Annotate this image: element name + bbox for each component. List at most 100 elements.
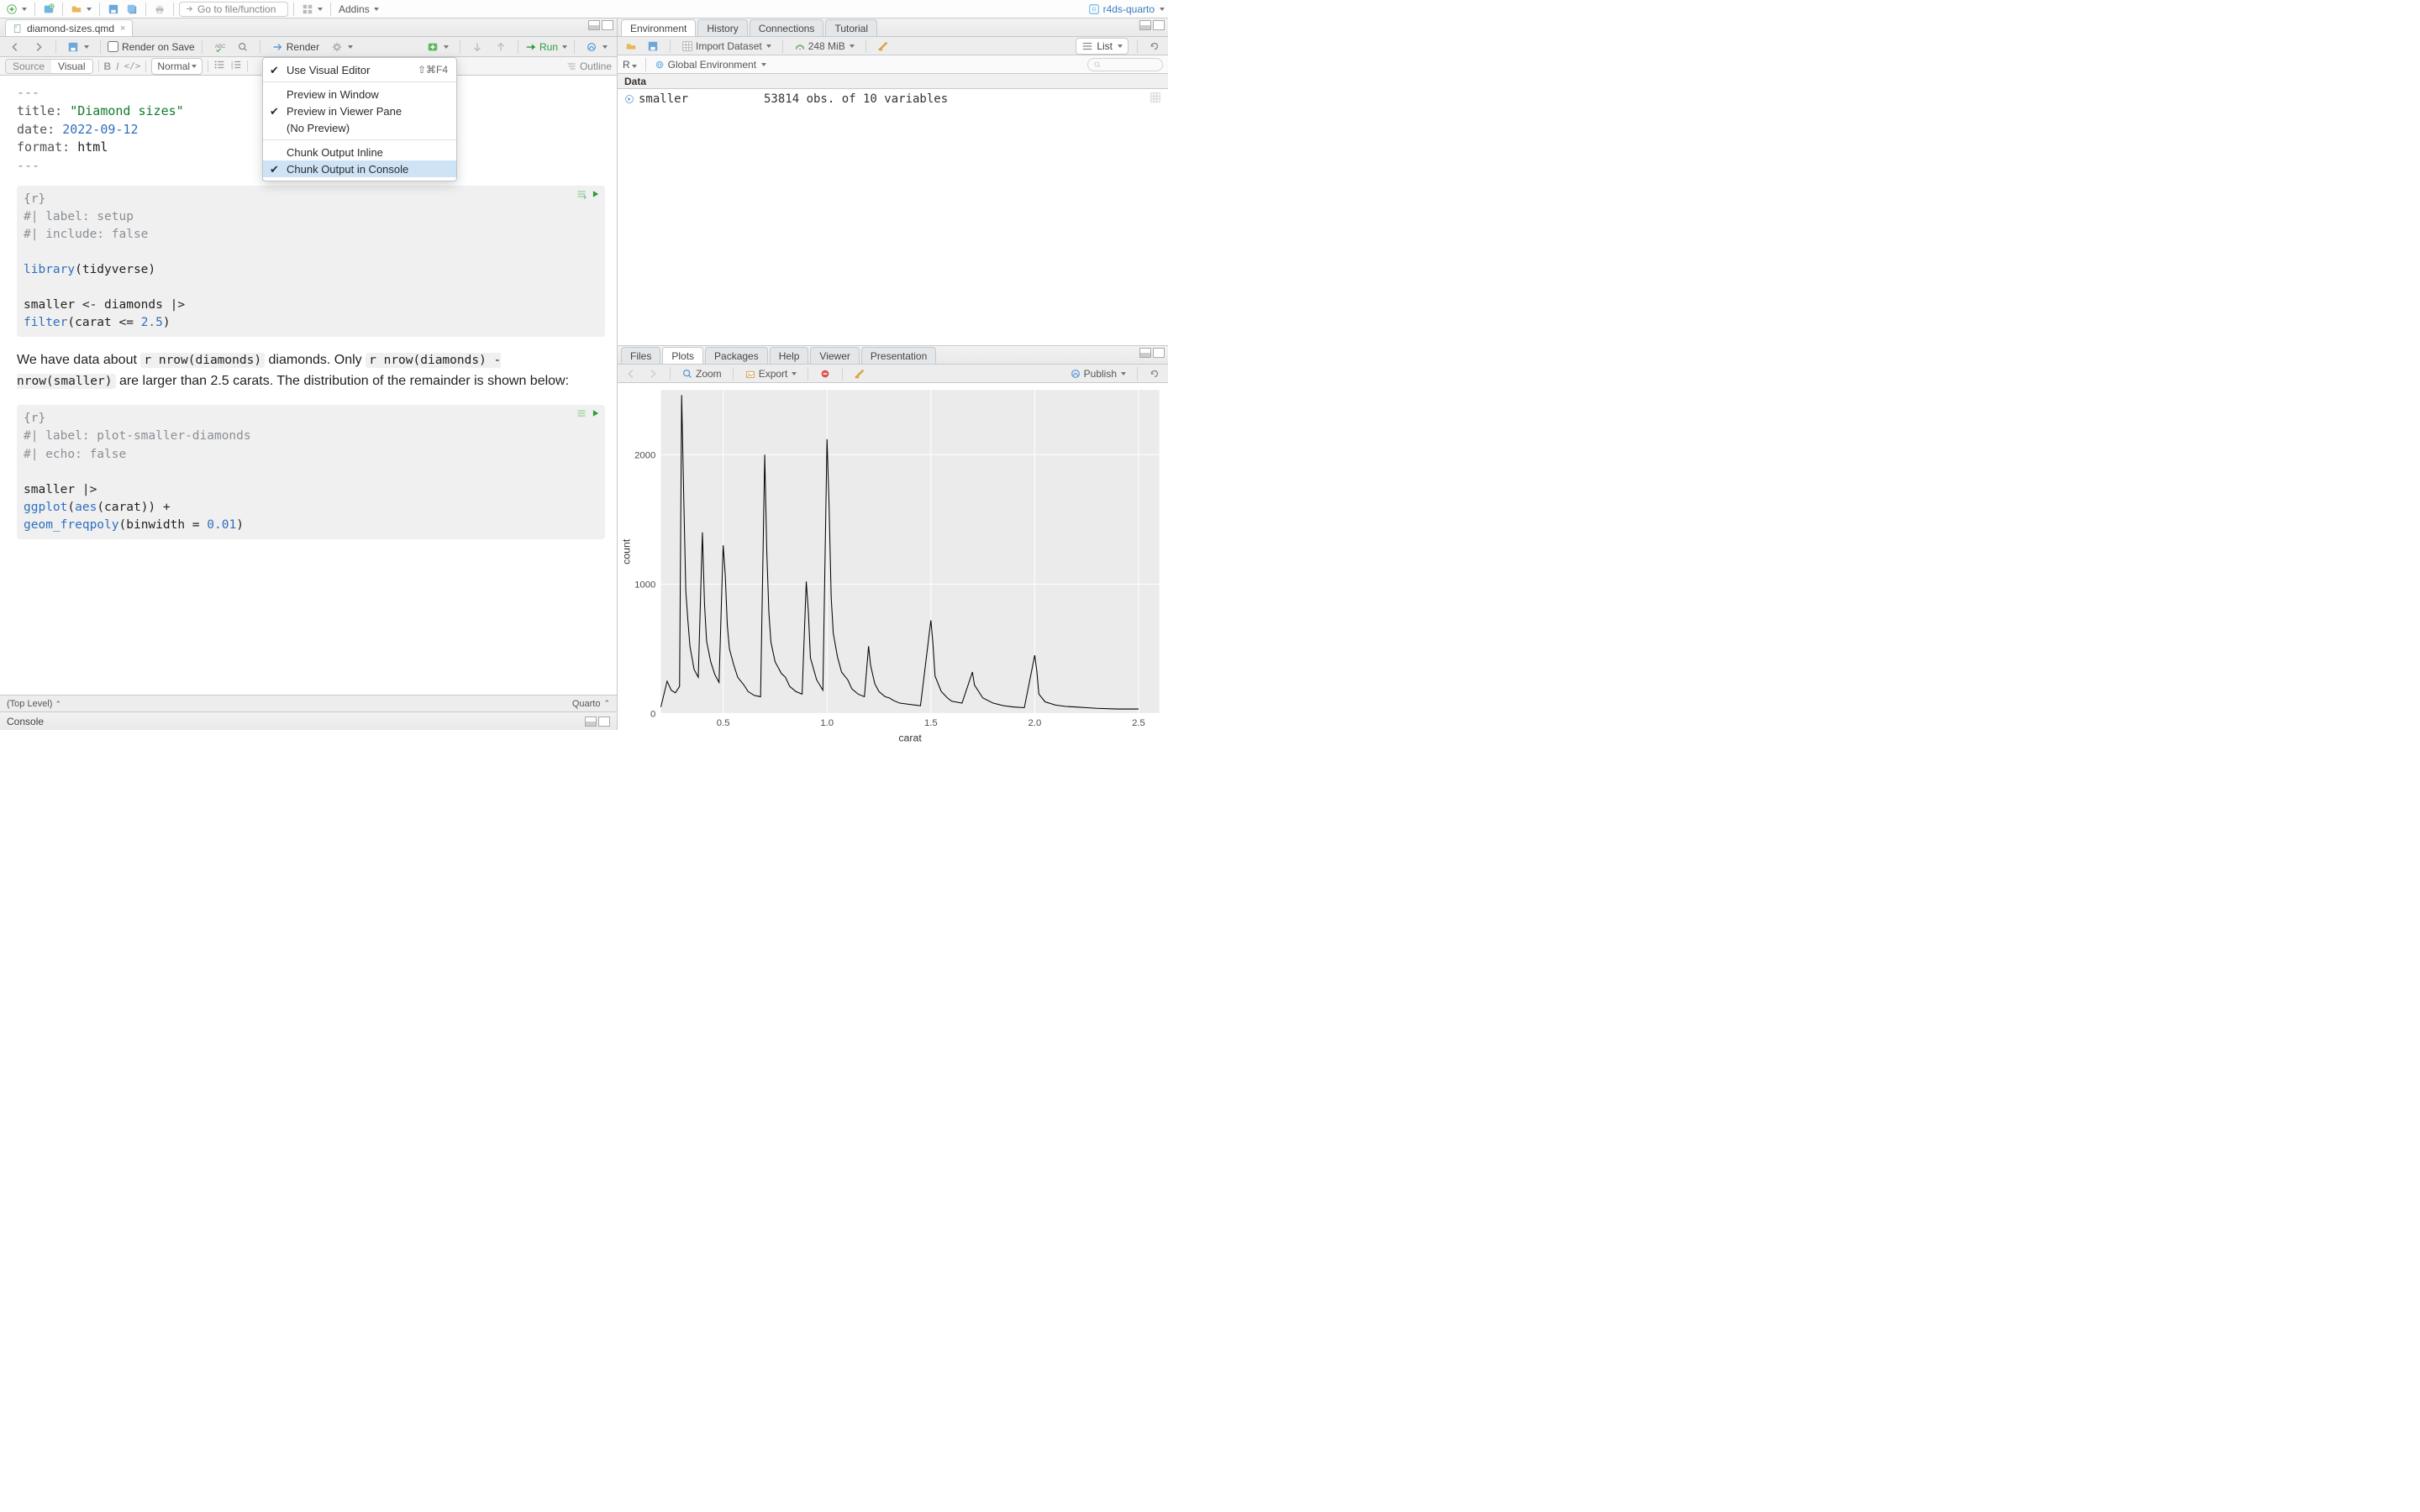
zoom-button[interactable]: Zoom xyxy=(679,366,724,381)
memory-indicator[interactable]: 248 MiB xyxy=(792,39,857,54)
clear-workspace-icon[interactable] xyxy=(875,39,892,54)
tab-history[interactable]: History xyxy=(697,19,747,36)
minimize-pane-icon[interactable] xyxy=(1139,348,1151,358)
maximize-pane-icon[interactable] xyxy=(598,717,610,727)
tab-presentation[interactable]: Presentation xyxy=(861,347,936,364)
save-doc-icon[interactable] xyxy=(63,39,93,55)
plot-prev-icon[interactable] xyxy=(623,366,639,381)
code-chunk-plot[interactable]: {r} #| label: plot-smaller-diamonds #| e… xyxy=(17,405,605,538)
main-split: diamond-sizes.qmd × Render on Save ABC xyxy=(0,18,1168,730)
menu-chunk-inline[interactable]: Chunk Output Inline xyxy=(263,144,456,160)
tab-environment[interactable]: Environment xyxy=(621,19,696,36)
remove-plot-icon[interactable] xyxy=(817,366,834,381)
publish-plot-button[interactable]: Publish xyxy=(1067,366,1128,381)
plots-tabstrip: Files Plots Packages Help Viewer Present… xyxy=(618,346,1168,365)
env-variable-row[interactable]: smaller 53814 obs. of 10 variables xyxy=(618,89,1168,109)
maximize-pane-icon[interactable] xyxy=(1153,20,1165,30)
svg-text:0: 0 xyxy=(650,710,655,720)
refresh-icon[interactable] xyxy=(1146,39,1163,54)
tab-packages[interactable]: Packages xyxy=(705,347,768,364)
run-chunk-icon[interactable] xyxy=(592,190,600,198)
chunk-options-icon[interactable] xyxy=(576,408,587,418)
run-button[interactable]: Run xyxy=(525,41,567,53)
chunk-options-icon[interactable] xyxy=(576,189,587,199)
save-icon[interactable] xyxy=(105,2,122,17)
format-indicator[interactable]: Quarto ⌃ xyxy=(572,699,610,709)
right-column: Environment History Connections Tutorial… xyxy=(618,18,1168,730)
svg-text:R: R xyxy=(1092,7,1096,13)
new-project-icon[interactable] xyxy=(40,2,57,17)
numbered-list-icon[interactable]: 123 xyxy=(230,59,242,73)
svg-text:0.5: 0.5 xyxy=(717,718,730,728)
minimize-pane-icon[interactable] xyxy=(588,20,600,30)
save-workspace-icon[interactable] xyxy=(644,39,661,54)
render-on-save-checkbox[interactable]: Render on Save xyxy=(108,41,195,53)
maximize-pane-icon[interactable] xyxy=(602,20,613,30)
check-icon: ✔ xyxy=(270,105,279,118)
code-icon[interactable]: </> xyxy=(124,60,141,71)
export-button[interactable]: Export xyxy=(742,366,800,381)
render-button[interactable]: Render xyxy=(267,39,324,55)
tab-tutorial[interactable]: Tutorial xyxy=(825,19,877,36)
spellcheck-icon[interactable]: ABC xyxy=(209,39,229,55)
print-icon[interactable] xyxy=(151,2,168,17)
bold-icon[interactable]: B xyxy=(104,60,112,72)
run-prev-icon[interactable] xyxy=(467,39,487,55)
minimize-pane-icon[interactable] xyxy=(585,717,597,727)
scope-select[interactable]: Global Environment xyxy=(655,59,766,71)
svg-text:1.0: 1.0 xyxy=(820,718,834,728)
maximize-pane-icon[interactable] xyxy=(1153,348,1165,358)
file-tab[interactable]: diamond-sizes.qmd × xyxy=(5,19,133,36)
tab-help[interactable]: Help xyxy=(770,347,809,364)
env-search-input[interactable] xyxy=(1087,58,1163,71)
tab-files[interactable]: Files xyxy=(621,347,660,364)
view-mode-select[interactable]: List xyxy=(1076,38,1128,55)
menu-use-visual-editor[interactable]: ✔ Use Visual Editor⇧⌘F4 xyxy=(263,61,456,78)
minimize-pane-icon[interactable] xyxy=(1139,20,1151,30)
env-scope-bar: R Global Environment xyxy=(618,55,1168,74)
goto-file-input[interactable]: Go to file/function xyxy=(179,2,288,17)
project-menu[interactable]: R r4ds-quarto xyxy=(1088,3,1165,15)
render-options-gear[interactable] xyxy=(327,39,357,55)
view-data-icon[interactable] xyxy=(1150,92,1161,107)
find-icon[interactable] xyxy=(233,39,253,55)
run-above-icon[interactable] xyxy=(491,39,511,55)
refresh-plot-icon[interactable] xyxy=(1146,366,1163,381)
code-chunk-setup[interactable]: {r} #| label: setup #| include: false li… xyxy=(17,186,605,337)
italic-icon[interactable]: I xyxy=(116,60,118,72)
insert-chunk-icon[interactable] xyxy=(423,39,453,55)
load-workspace-icon[interactable] xyxy=(623,39,639,54)
import-dataset-button[interactable]: Import Dataset xyxy=(679,39,774,54)
new-file-icon[interactable] xyxy=(3,2,29,17)
source-pane: diamond-sizes.qmd × Render on Save ABC xyxy=(0,18,618,730)
open-file-icon[interactable] xyxy=(68,2,94,17)
outline-toggle[interactable]: Outline xyxy=(566,60,612,72)
menu-chunk-console[interactable]: ✔ Chunk Output in Console xyxy=(263,160,456,177)
save-all-icon[interactable] xyxy=(124,2,140,17)
console-tab[interactable]: Console xyxy=(7,716,44,727)
publish-icon[interactable] xyxy=(581,39,612,55)
block-format-select[interactable]: Normal xyxy=(151,58,203,75)
menu-no-preview[interactable]: (No Preview) xyxy=(263,119,456,136)
grid-icon[interactable] xyxy=(299,2,325,17)
run-chunk-icon[interactable] xyxy=(592,409,600,417)
source-visual-toggle[interactable]: Source Visual xyxy=(5,59,93,74)
addins-menu[interactable]: Addins xyxy=(336,2,381,17)
back-icon[interactable] xyxy=(5,39,25,55)
menu-preview-window[interactable]: Preview in Window xyxy=(263,86,456,102)
tab-plots[interactable]: Plots xyxy=(662,347,703,364)
svg-text:2.5: 2.5 xyxy=(1132,718,1145,728)
tab-connections[interactable]: Connections xyxy=(750,19,824,36)
bullet-list-icon[interactable] xyxy=(213,59,225,73)
expand-icon[interactable] xyxy=(624,94,634,104)
scope-selector[interactable]: (Top Level) ⌃ xyxy=(7,699,61,709)
pane-controls xyxy=(588,20,613,30)
render-options-menu: ✔ Use Visual Editor⇧⌘F4 Preview in Windo… xyxy=(262,57,457,181)
plot-next-icon[interactable] xyxy=(644,366,661,381)
tab-viewer[interactable]: Viewer xyxy=(810,347,859,364)
menu-preview-viewer[interactable]: ✔ Preview in Viewer Pane xyxy=(263,102,456,119)
forward-icon[interactable] xyxy=(29,39,49,55)
clear-plots-icon[interactable] xyxy=(851,366,868,381)
language-select[interactable]: R xyxy=(623,59,637,71)
close-tab-icon[interactable]: × xyxy=(120,24,125,34)
